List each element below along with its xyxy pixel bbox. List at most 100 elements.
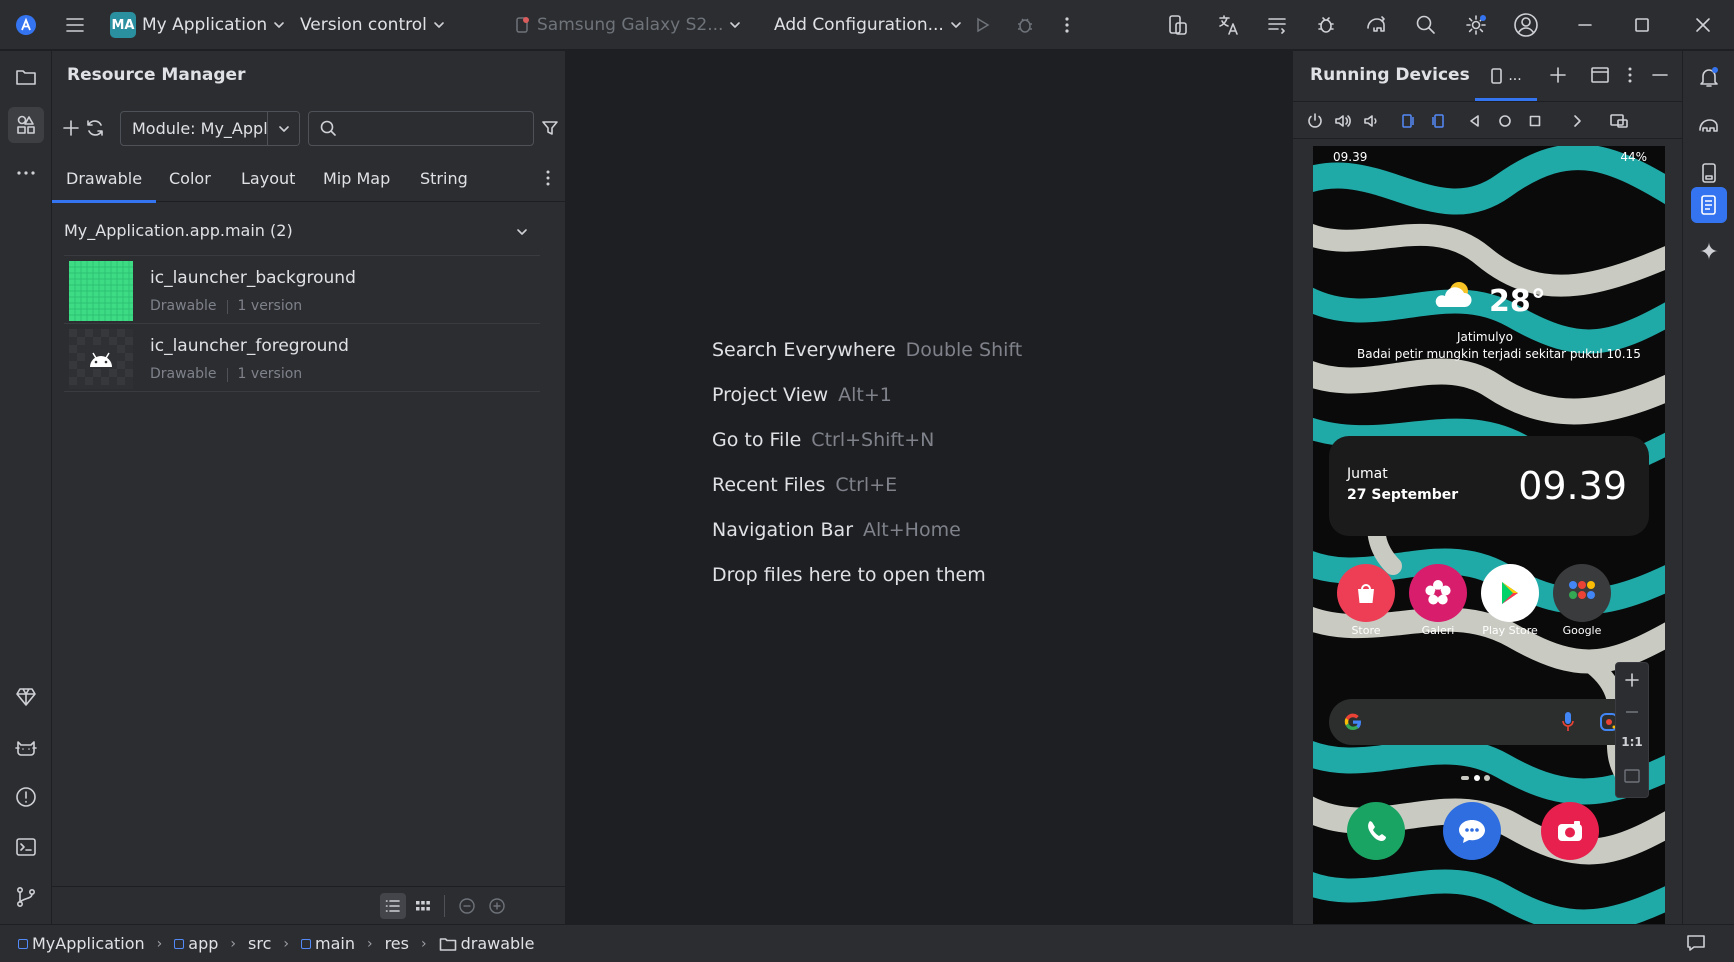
zoom-out-button[interactable] [454, 893, 480, 919]
power-button[interactable] [1303, 109, 1327, 133]
tab-color[interactable]: Color [169, 154, 211, 202]
more-controls-button[interactable] [1565, 109, 1589, 133]
minus-icon [1626, 711, 1638, 713]
messages-app-icon[interactable] [1443, 802, 1501, 860]
breadcrumb-item[interactable]: app [174, 934, 218, 953]
version-control-tool-button[interactable] [8, 879, 44, 915]
zoom-in-button[interactable] [1621, 669, 1643, 691]
volume-up-button[interactable] [1331, 109, 1355, 133]
zoom-out-button[interactable] [1621, 701, 1643, 723]
device-manager-button[interactable] [1163, 10, 1193, 40]
module-selector[interactable]: Module: My_Appli [120, 111, 300, 146]
resource-search-box[interactable] [308, 111, 534, 146]
device-file-explorer-button[interactable] [1691, 155, 1727, 191]
phone-app-icon[interactable] [1347, 802, 1405, 860]
project-selector[interactable]: MA My Application [110, 0, 285, 50]
add-resource-button[interactable] [60, 117, 82, 139]
resource-group-header[interactable]: My_Application.app.main (2) [64, 206, 540, 256]
resource-item[interactable]: ic_launcher_background Drawable 1 versio… [64, 256, 540, 324]
problems-tool-button[interactable] [8, 779, 44, 815]
panel-options-button[interactable] [1619, 64, 1643, 88]
project-tool-button[interactable] [8, 59, 44, 95]
translations-button[interactable] [1213, 10, 1243, 40]
gemini-tool-button[interactable] [1691, 233, 1727, 269]
gem-icon [16, 688, 36, 706]
notifications-button[interactable] [1691, 59, 1727, 95]
refresh-button[interactable] [84, 117, 106, 139]
right-tool-strip [1682, 51, 1734, 924]
resource-item[interactable]: ic_launcher_foreground Drawable 1 versio… [64, 324, 540, 392]
bug-icon [1018, 18, 1032, 33]
rotate-left-button[interactable] [1397, 109, 1421, 133]
filter-button[interactable] [540, 118, 562, 140]
play-store-app-icon[interactable] [1481, 564, 1539, 622]
grid-view-button[interactable] [410, 893, 436, 919]
close-window-button[interactable] [1688, 10, 1718, 40]
device-selector[interactable]: Samsung Galaxy S2... [513, 0, 741, 50]
run-config-label: Add Configuration... [774, 15, 944, 35]
minimize-window-button[interactable] [1570, 10, 1600, 40]
gallery-app-icon[interactable] [1409, 564, 1467, 622]
tab-mip-map[interactable]: Mip Map [323, 154, 390, 202]
sync-button[interactable] [1361, 10, 1391, 40]
device-tab[interactable]: ... [1475, 51, 1537, 101]
list-icon [385, 900, 400, 912]
zoom-in-button[interactable] [484, 893, 510, 919]
triangle-back-icon [1470, 115, 1479, 127]
android-studio-logo-icon[interactable] [11, 10, 41, 40]
resource-manager-tool-button[interactable] [8, 107, 44, 143]
search-everywhere-button[interactable] [1411, 10, 1441, 40]
tab-string[interactable]: String [420, 154, 468, 202]
maximize-window-button[interactable] [1627, 10, 1657, 40]
run-button[interactable] [967, 10, 997, 40]
resource-search-input[interactable] [345, 119, 515, 138]
app-quality-button[interactable] [1311, 10, 1341, 40]
resource-view-bar [52, 886, 566, 924]
list-view-button[interactable] [380, 893, 406, 919]
overview-button[interactable] [1523, 109, 1547, 133]
tab-layout[interactable]: Layout [241, 154, 295, 202]
microphone-icon[interactable] [1561, 711, 1575, 733]
logcat-button[interactable] [1262, 10, 1292, 40]
actual-size-button[interactable]: 1:1 [1618, 735, 1646, 755]
volume-down-button[interactable] [1359, 109, 1383, 133]
panel-layout-button[interactable] [1589, 64, 1613, 88]
gradle-tool-button[interactable] [1691, 107, 1727, 143]
message-panel-button[interactable] [1686, 934, 1708, 954]
screen-record-button[interactable] [1607, 109, 1631, 133]
tab-drawable[interactable]: Drawable [51, 154, 157, 203]
left-tool-strip [0, 51, 52, 924]
clock-widget[interactable]: Jumat 27 September 09.39 [1329, 436, 1649, 536]
main-menu-icon[interactable] [60, 10, 90, 40]
run-configuration-selector[interactable]: Add Configuration... [774, 0, 962, 50]
camera-app-icon[interactable] [1541, 802, 1599, 860]
fit-screen-button[interactable] [1621, 765, 1643, 787]
home-button[interactable] [1493, 109, 1517, 133]
rotate-right-button[interactable] [1425, 109, 1449, 133]
running-devices-tool-button[interactable] [1691, 187, 1727, 223]
build-variants-tool-button[interactable] [8, 679, 44, 715]
account-button[interactable] [1511, 10, 1541, 40]
device-screen[interactable]: 09.39 44% 28° Jatimulyo Badai petir mung… [1313, 146, 1665, 924]
add-device-button[interactable] [1547, 64, 1571, 88]
version-control-menu[interactable]: Version control [300, 0, 445, 50]
google-search-bar[interactable] [1329, 699, 1649, 745]
logcat-tool-button[interactable] [8, 729, 44, 765]
settings-button[interactable] [1461, 10, 1491, 40]
breadcrumb-item[interactable]: res [385, 934, 409, 953]
back-button[interactable] [1463, 109, 1487, 133]
hide-panel-button[interactable] [1649, 64, 1673, 88]
terminal-tool-button[interactable] [8, 829, 44, 865]
breadcrumb-item[interactable]: src [248, 934, 271, 953]
breadcrumb-item[interactable]: main [300, 934, 355, 953]
more-tool-windows-button[interactable] [8, 155, 44, 191]
store-app-icon[interactable] [1337, 564, 1395, 622]
breadcrumb-item[interactable]: drawable [439, 934, 534, 953]
breadcrumb-item[interactable]: MyApplication [18, 934, 145, 953]
more-actions-button[interactable] [1052, 10, 1082, 40]
tabs-more-button[interactable] [538, 168, 558, 188]
module-dropdown-toggle[interactable] [267, 112, 299, 145]
google-folder-icon[interactable] [1553, 564, 1611, 622]
debug-button[interactable] [1010, 10, 1040, 40]
tab-label: Layout [241, 168, 296, 188]
